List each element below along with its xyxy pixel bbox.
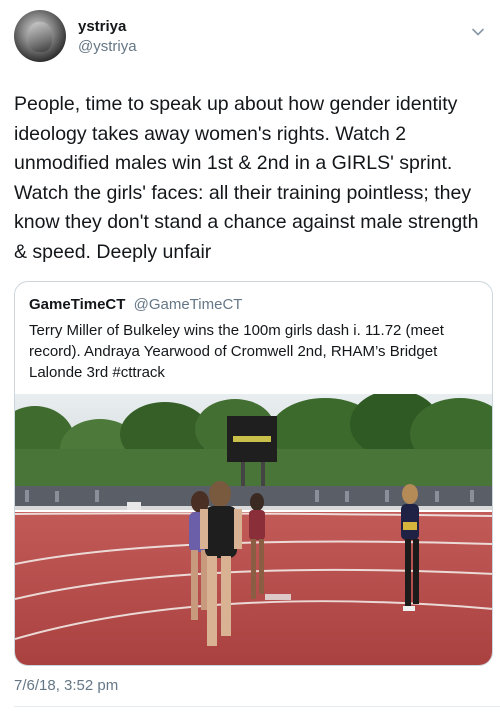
tweet-text: People, time to speak up about how gende… bbox=[14, 90, 494, 267]
quoted-tweet[interactable]: GameTimeCT @GameTimeCT Terry Miller of B… bbox=[14, 281, 493, 666]
avatar-face bbox=[28, 22, 52, 52]
tweet-line: People, time to speak up about how gende… bbox=[14, 93, 458, 115]
quoted-line: Terry Miller of Bulkeley wins the 100m g… bbox=[29, 322, 444, 339]
race-scene bbox=[15, 394, 492, 665]
quoted-author-handle[interactable]: @GameTimeCT bbox=[134, 296, 243, 313]
quoted-author-name[interactable]: GameTimeCT bbox=[29, 296, 125, 313]
quoted-line: record). Andraya Yearwood of Cromwell 2n… bbox=[29, 343, 438, 360]
tweet-line: & speed. Deeply unfair bbox=[14, 240, 212, 263]
author-name[interactable]: ystriya bbox=[78, 18, 126, 35]
tweet-line: unmodified males win 1st & 2nd in a GIRL… bbox=[14, 152, 453, 174]
quoted-text: Terry Miller of Bulkeley wins the 100m g… bbox=[29, 320, 484, 383]
tweet-line: Watch the girls' faces: all their traini… bbox=[14, 181, 472, 204]
chevron-down-icon[interactable] bbox=[470, 24, 486, 40]
tweet-timestamp[interactable]: 7/6/18, 3:52 pm bbox=[14, 677, 118, 694]
quoted-media-video[interactable] bbox=[15, 394, 492, 665]
avatar[interactable] bbox=[14, 10, 66, 62]
quoted-line: Lalonde 3rd #cttrack bbox=[29, 364, 165, 381]
tweet-line: know they don't stand a chance against m… bbox=[14, 211, 479, 233]
tweet-header: ystriya @ystriya bbox=[14, 10, 486, 68]
tweet-line: ideology takes away women's rights. Watc… bbox=[14, 122, 407, 145]
divider bbox=[14, 706, 500, 707]
quoted-author: GameTimeCT @GameTimeCT bbox=[29, 296, 242, 313]
author-handle[interactable]: @ystriya bbox=[78, 38, 137, 55]
